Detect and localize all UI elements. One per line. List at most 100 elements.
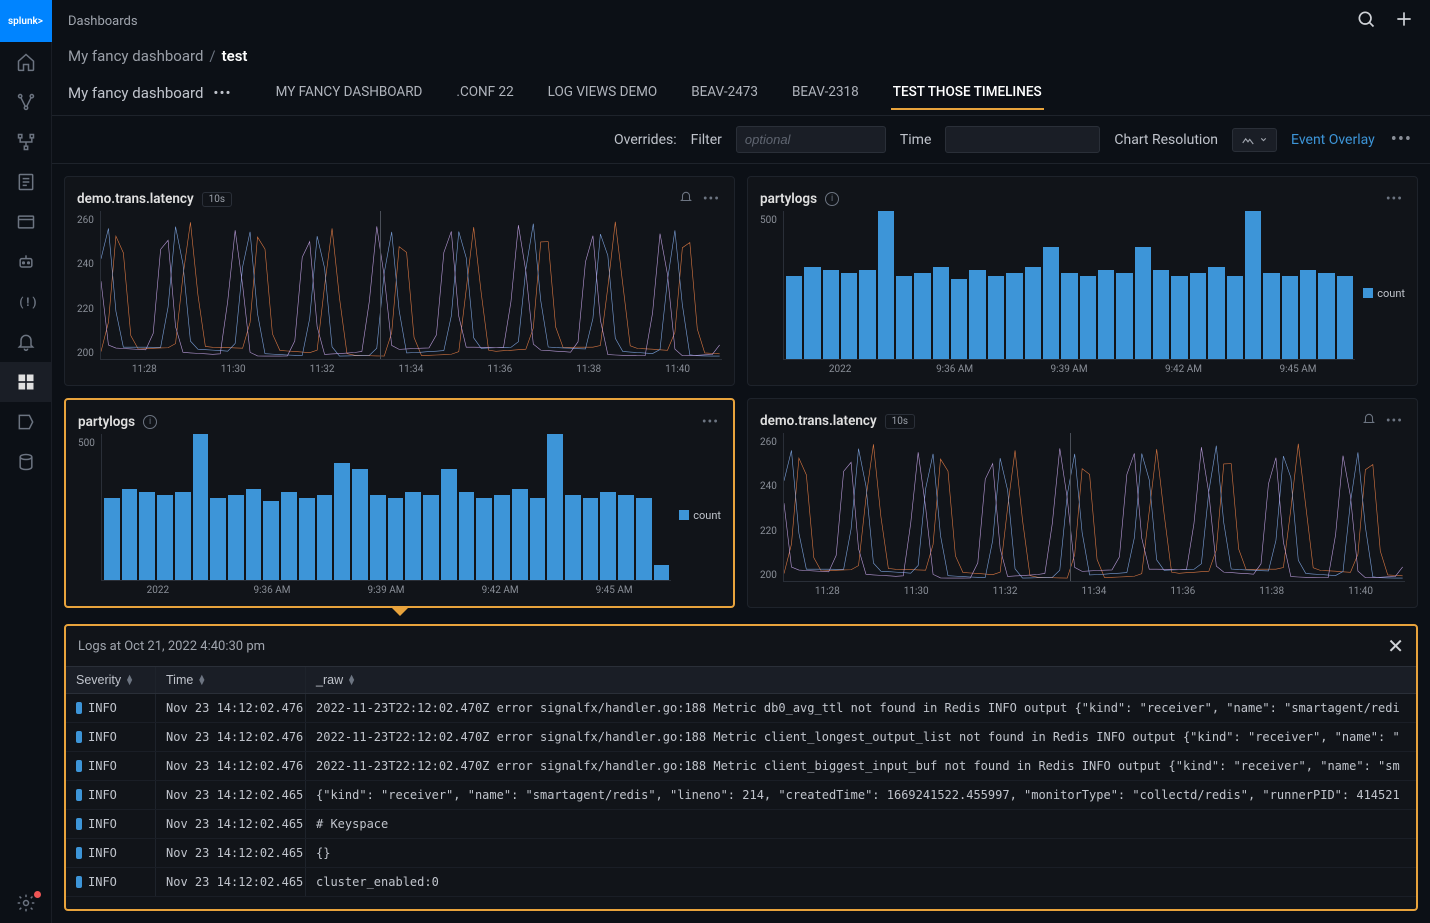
robot-icon[interactable] xyxy=(0,242,52,282)
cell-raw: cluster_enabled:0 xyxy=(306,868,1416,896)
filter-label: Filter xyxy=(691,132,722,148)
filter-input[interactable] xyxy=(736,126,886,153)
table-row[interactable]: INFONov 23 14:12:02.465cluster_enabled:0 xyxy=(66,868,1416,897)
cell-severity: INFO xyxy=(66,781,156,809)
cell-time: Nov 23 14:12:02.465 xyxy=(156,781,306,809)
overrides-label: Overrides: xyxy=(614,132,677,148)
crumb-sep: / xyxy=(209,47,215,65)
resolution-pill[interactable]: 10s xyxy=(202,192,232,207)
cell-severity: INFO xyxy=(66,694,156,722)
nodes-icon[interactable] xyxy=(0,82,52,122)
crumb-parent[interactable]: My fancy dashboard xyxy=(68,47,203,65)
time-label: Time xyxy=(900,132,931,148)
cell-severity: INFO xyxy=(66,752,156,780)
tab-strip: My fancy dashboard ••• MY FANCY DASHBOAR… xyxy=(52,70,1430,116)
cell-time: Nov 23 14:12:02.465 xyxy=(156,868,306,896)
tab-log-views-demo[interactable]: LOG VIEWS DEMO xyxy=(546,76,660,110)
add-icon[interactable] xyxy=(1394,9,1414,33)
panel-partylogs-1: partylogs i ••• 500 20229:36 AM9:39 AM9:… xyxy=(747,176,1418,386)
panel-title: partylogs xyxy=(78,414,135,430)
data-icon[interactable] xyxy=(0,442,52,482)
panel-more-icon[interactable]: ••• xyxy=(701,191,722,207)
console-icon[interactable] xyxy=(0,202,52,242)
resolution-dropdown[interactable] xyxy=(1232,128,1277,152)
svg-text:( ! ): ( ! ) xyxy=(19,295,36,309)
col-time[interactable]: Time▲▼ xyxy=(156,667,306,693)
tab-my-fancy-dashboard[interactable]: MY FANCY DASHBOARD xyxy=(274,76,425,110)
event-overlay-button[interactable]: Event Overlay xyxy=(1291,132,1375,148)
cell-time: Nov 23 14:12:02.476 xyxy=(156,723,306,751)
breadcrumb: My fancy dashboard / test xyxy=(52,42,1430,70)
cell-time: Nov 23 14:12:02.476 xyxy=(156,694,306,722)
metric-icon[interactable] xyxy=(0,402,52,442)
cell-time: Nov 23 14:12:02.465 xyxy=(156,810,306,838)
cell-time: Nov 23 14:12:02.476 xyxy=(156,752,306,780)
dashboard-name[interactable]: My fancy dashboard xyxy=(68,84,203,102)
bell-icon[interactable] xyxy=(0,322,52,362)
legend-label: count xyxy=(693,509,721,522)
tab-beav-2318[interactable]: BEAV-2318 xyxy=(790,76,861,110)
settings-icon[interactable] xyxy=(0,883,52,923)
cell-severity: INFO xyxy=(66,839,156,867)
resolution-pill[interactable]: 10s xyxy=(885,414,915,429)
bar-more-icon[interactable]: ••• xyxy=(1389,129,1414,150)
panel-title: partylogs xyxy=(760,191,817,207)
cell-raw: # Keyspace xyxy=(306,810,1416,838)
panel-more-icon[interactable]: ••• xyxy=(1384,413,1405,429)
tab-test-those-timelines[interactable]: TEST THOSE TIMELINES xyxy=(891,76,1044,110)
cell-raw: 2022-11-23T22:12:02.470Z error signalfx/… xyxy=(306,723,1416,751)
search-icon[interactable] xyxy=(1356,9,1376,33)
log-detail-panel: Logs at Oct 21, 2022 4:40:30 pm ✕ Severi… xyxy=(64,624,1418,911)
line-chart[interactable]: 260240220200 11:2811:3011:3211:3411:3611… xyxy=(760,433,1405,597)
tab--conf-22[interactable]: .CONF 22 xyxy=(454,76,515,110)
table-row[interactable]: INFONov 23 14:12:02.4762022-11-23T22:12:… xyxy=(66,723,1416,752)
panel-more-icon[interactable]: ••• xyxy=(700,414,721,430)
cell-severity: INFO xyxy=(66,810,156,838)
dashboard-more-icon[interactable]: ••• xyxy=(213,84,231,102)
table-row[interactable]: INFONov 23 14:12:02.4762022-11-23T22:12:… xyxy=(66,752,1416,781)
time-input[interactable] xyxy=(945,126,1100,153)
cell-raw: 2022-11-23T22:12:02.470Z error signalfx/… xyxy=(306,752,1416,780)
table-row[interactable]: INFONov 23 14:12:02.465{} xyxy=(66,839,1416,868)
cell-time: Nov 23 14:12:02.465 xyxy=(156,839,306,867)
logo[interactable]: splunk> xyxy=(0,0,52,42)
top-strip: Dashboards xyxy=(52,0,1430,42)
logs-icon[interactable] xyxy=(0,162,52,202)
panel-partylogs-2[interactable]: partylogs i ••• 500 20229:36 AM9:39 AM9:… xyxy=(64,398,735,608)
log-panel-title: Logs at Oct 21, 2022 4:40:30 pm xyxy=(78,639,265,654)
table-row[interactable]: INFONov 23 14:12:02.465{"kind": "receive… xyxy=(66,781,1416,810)
panel-title: demo.trans.latency xyxy=(77,191,194,207)
legend-label: count xyxy=(1377,287,1405,300)
resolution-label: Chart Resolution xyxy=(1114,132,1218,148)
panel-more-icon[interactable]: ••• xyxy=(1384,191,1405,207)
bar-chart[interactable]: 500 20229:36 AM9:39 AM9:42 AM9:45 AM cou… xyxy=(760,211,1405,375)
cell-raw: {} xyxy=(306,839,1416,867)
cell-raw: {"kind": "receiver", "name": "smartagent… xyxy=(306,781,1416,809)
line-chart[interactable]: 260240220200 11:2811:3011:3211:3411:3611… xyxy=(77,211,722,375)
log-header-row: Severity▲▼ Time▲▼ _raw▲▼ xyxy=(66,666,1416,694)
cell-raw: 2022-11-23T22:12:02.470Z error signalfx/… xyxy=(306,694,1416,722)
dashboards-icon[interactable] xyxy=(0,362,52,402)
home-icon[interactable] xyxy=(0,42,52,82)
traces-icon[interactable] xyxy=(0,122,52,162)
bar-chart[interactable]: 500 20229:36 AM9:39 AM9:42 AM9:45 AM cou… xyxy=(78,434,721,596)
panel-latency-2: demo.trans.latency 10s ••• 260240220200 … xyxy=(747,398,1418,608)
panel-title: demo.trans.latency xyxy=(760,413,877,429)
side-rail: splunk> ( ! ) xyxy=(0,0,52,923)
col-severity[interactable]: Severity▲▼ xyxy=(66,667,156,693)
table-row[interactable]: INFONov 23 14:12:02.4762022-11-23T22:12:… xyxy=(66,694,1416,723)
crumb-current: test xyxy=(222,47,248,65)
cell-severity: INFO xyxy=(66,868,156,896)
bell-icon[interactable] xyxy=(1362,412,1376,430)
tab-beav-2473[interactable]: BEAV-2473 xyxy=(689,76,760,110)
table-row[interactable]: INFONov 23 14:12:02.465# Keyspace xyxy=(66,810,1416,839)
alerts-icon[interactable]: ( ! ) xyxy=(0,282,52,322)
filter-bar: Overrides: Filter Time Chart Resolution … xyxy=(52,116,1430,164)
close-icon[interactable]: ✕ xyxy=(1387,634,1404,658)
bell-icon[interactable] xyxy=(679,190,693,208)
cell-severity: INFO xyxy=(66,723,156,751)
info-icon[interactable]: i xyxy=(825,192,839,206)
col-raw[interactable]: _raw▲▼ xyxy=(306,667,1416,693)
section-label: Dashboards xyxy=(68,14,138,29)
info-icon[interactable]: i xyxy=(143,415,157,429)
